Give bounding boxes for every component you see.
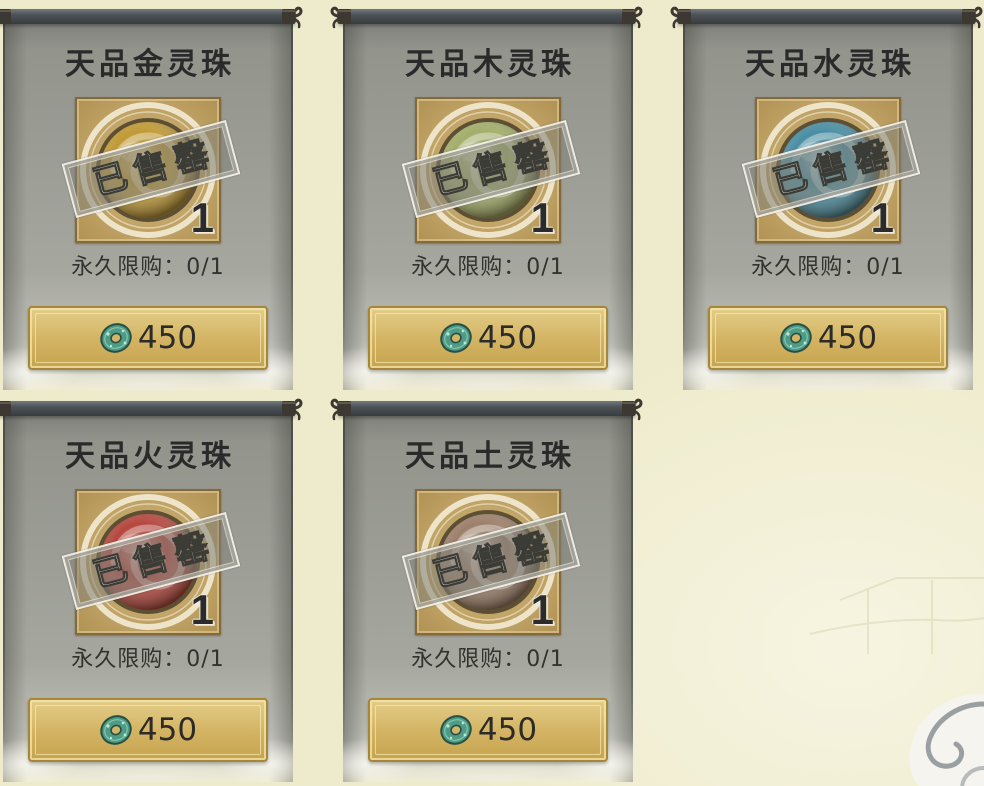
scroll-rod (0, 401, 296, 416)
jade-coin-icon (98, 713, 133, 747)
scroll-finial-icon (670, 6, 691, 29)
buy-button[interactable]: 450 (368, 698, 608, 762)
item-title: 天品土灵珠 (405, 439, 575, 474)
price-label: 450 (137, 711, 198, 748)
scroll-finial-icon (0, 398, 11, 421)
purchase-limit-label: 永久限购：0/1 (411, 647, 565, 672)
jade-coin-icon (98, 321, 133, 355)
item-quantity: 1 (190, 586, 214, 633)
item-quantity: 1 (530, 586, 554, 633)
item-quantity: 1 (530, 194, 554, 241)
item-card-fire-orb: 天品火灵珠 1 已售罄 永久限购：0/1 450 (0, 398, 304, 782)
scroll-finial-icon (0, 6, 11, 29)
scroll-rod (337, 401, 636, 416)
item-card-metal-orb: 天品金灵珠 1 已售罄 永久限购：0/1 450 (0, 6, 304, 390)
scroll-rod (677, 9, 976, 24)
item-card-earth-orb: 天品土灵珠 1 已售罄 永久限购：0/1 450 (329, 398, 644, 782)
jade-coin-icon (438, 713, 473, 747)
background-scenery (809, 577, 984, 654)
buy-button[interactable]: 450 (28, 306, 268, 370)
price-label: 450 (477, 319, 538, 356)
scroll-finial-icon (282, 398, 303, 421)
item-title: 天品金灵珠 (65, 47, 235, 82)
item-title: 天品木灵珠 (405, 47, 575, 82)
item-card-wood-orb: 天品木灵珠 1 已售罄 永久限购：0/1 450 (329, 6, 644, 390)
purchase-limit-label: 永久限购：0/1 (71, 647, 225, 672)
purchase-limit-label: 永久限购：0/1 (71, 255, 225, 280)
item-quantity: 1 (870, 194, 894, 241)
buy-button[interactable]: 450 (368, 306, 608, 370)
purchase-limit-label: 永久限购：0/1 (411, 255, 565, 280)
price-label: 450 (137, 319, 198, 356)
buy-button[interactable]: 450 (708, 306, 948, 370)
scroll-rod (337, 9, 636, 24)
price-label: 450 (477, 711, 538, 748)
shop-screen: 天品金灵珠 1 已售罄 永久限购：0/1 450 天品木灵珠 1 已售罄 永久限… (0, 0, 984, 786)
scroll-finial-icon (330, 398, 351, 421)
buy-button[interactable]: 450 (28, 698, 268, 762)
scroll-finial-icon (282, 6, 303, 29)
jade-coin-icon (778, 321, 813, 355)
scroll-finial-icon (330, 6, 351, 29)
scroll-finial-icon (962, 6, 983, 29)
purchase-limit-label: 永久限购：0/1 (751, 255, 905, 280)
scroll-rod (0, 9, 296, 24)
price-label: 450 (817, 319, 878, 356)
scroll-finial-icon (622, 6, 643, 29)
item-title: 天品水灵珠 (745, 47, 915, 82)
item-title: 天品火灵珠 (65, 439, 235, 474)
cloud-swirl-decoration (909, 693, 984, 786)
item-quantity: 1 (190, 194, 214, 241)
item-card-water-orb: 天品水灵珠 1 已售罄 永久限购：0/1 450 (669, 6, 984, 390)
jade-coin-icon (438, 321, 473, 355)
scroll-finial-icon (622, 398, 643, 421)
